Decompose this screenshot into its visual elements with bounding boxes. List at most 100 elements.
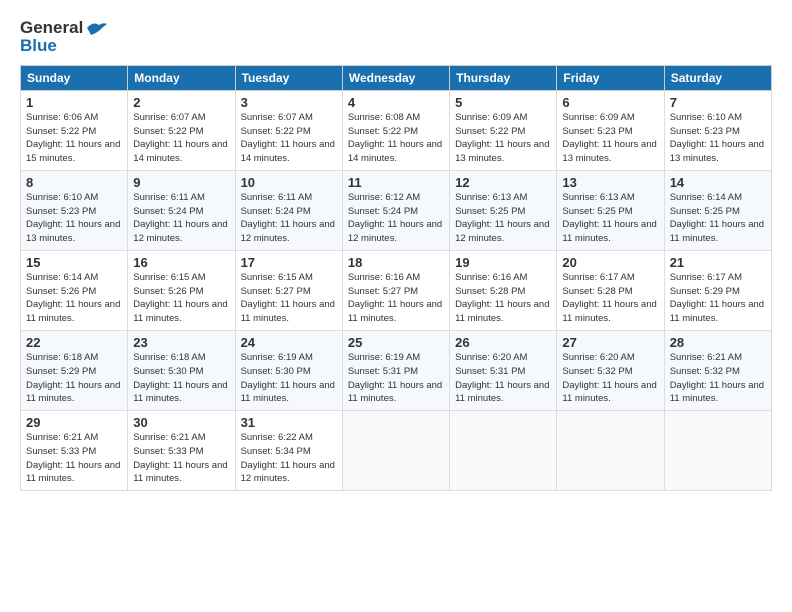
calendar-cell: 15Sunrise: 6:14 AMSunset: 5:26 PMDayligh… [21, 250, 128, 330]
day-number: 11 [348, 175, 444, 190]
day-number: 5 [455, 95, 551, 110]
day-number: 12 [455, 175, 551, 190]
weekday-header-cell: Monday [128, 65, 235, 90]
page: General Blue SundayMondayTuesdayWednesda… [0, 0, 792, 501]
calendar-cell: 9Sunrise: 6:11 AMSunset: 5:24 PMDaylight… [128, 170, 235, 250]
day-number: 15 [26, 255, 122, 270]
day-info: Sunrise: 6:09 AMSunset: 5:23 PMDaylight:… [562, 111, 658, 166]
calendar-cell: 2Sunrise: 6:07 AMSunset: 5:22 PMDaylight… [128, 90, 235, 170]
calendar-cell: 18Sunrise: 6:16 AMSunset: 5:27 PMDayligh… [342, 250, 449, 330]
calendar-cell: 31Sunrise: 6:22 AMSunset: 5:34 PMDayligh… [235, 411, 342, 491]
day-number: 17 [241, 255, 337, 270]
calendar-cell: 23Sunrise: 6:18 AMSunset: 5:30 PMDayligh… [128, 330, 235, 410]
day-info: Sunrise: 6:13 AMSunset: 5:25 PMDaylight:… [562, 191, 658, 246]
calendar-cell: 12Sunrise: 6:13 AMSunset: 5:25 PMDayligh… [450, 170, 557, 250]
day-number: 21 [670, 255, 766, 270]
day-info: Sunrise: 6:11 AMSunset: 5:24 PMDaylight:… [133, 191, 229, 246]
day-info: Sunrise: 6:17 AMSunset: 5:29 PMDaylight:… [670, 271, 766, 326]
calendar-cell: 29Sunrise: 6:21 AMSunset: 5:33 PMDayligh… [21, 411, 128, 491]
day-number: 23 [133, 335, 229, 350]
day-info: Sunrise: 6:16 AMSunset: 5:27 PMDaylight:… [348, 271, 444, 326]
day-number: 22 [26, 335, 122, 350]
day-info: Sunrise: 6:14 AMSunset: 5:25 PMDaylight:… [670, 191, 766, 246]
calendar-cell: 25Sunrise: 6:19 AMSunset: 5:31 PMDayligh… [342, 330, 449, 410]
day-info: Sunrise: 6:11 AMSunset: 5:24 PMDaylight:… [241, 191, 337, 246]
day-number: 7 [670, 95, 766, 110]
day-number: 4 [348, 95, 444, 110]
calendar-body: 1Sunrise: 6:06 AMSunset: 5:22 PMDaylight… [21, 90, 772, 490]
day-number: 16 [133, 255, 229, 270]
day-info: Sunrise: 6:10 AMSunset: 5:23 PMDaylight:… [670, 111, 766, 166]
day-info: Sunrise: 6:09 AMSunset: 5:22 PMDaylight:… [455, 111, 551, 166]
day-info: Sunrise: 6:10 AMSunset: 5:23 PMDaylight:… [26, 191, 122, 246]
calendar-cell: 16Sunrise: 6:15 AMSunset: 5:26 PMDayligh… [128, 250, 235, 330]
calendar-cell: 17Sunrise: 6:15 AMSunset: 5:27 PMDayligh… [235, 250, 342, 330]
calendar-row: 15Sunrise: 6:14 AMSunset: 5:26 PMDayligh… [21, 250, 772, 330]
calendar-cell: 10Sunrise: 6:11 AMSunset: 5:24 PMDayligh… [235, 170, 342, 250]
day-number: 28 [670, 335, 766, 350]
logo-blue-text: Blue [20, 36, 57, 56]
calendar-cell [342, 411, 449, 491]
day-info: Sunrise: 6:17 AMSunset: 5:28 PMDaylight:… [562, 271, 658, 326]
logo-bird-icon [85, 19, 107, 37]
weekday-header-cell: Tuesday [235, 65, 342, 90]
day-number: 14 [670, 175, 766, 190]
day-number: 30 [133, 415, 229, 430]
day-number: 13 [562, 175, 658, 190]
day-number: 19 [455, 255, 551, 270]
day-number: 2 [133, 95, 229, 110]
day-info: Sunrise: 6:14 AMSunset: 5:26 PMDaylight:… [26, 271, 122, 326]
day-info: Sunrise: 6:21 AMSunset: 5:33 PMDaylight:… [133, 431, 229, 486]
calendar-cell: 20Sunrise: 6:17 AMSunset: 5:28 PMDayligh… [557, 250, 664, 330]
day-info: Sunrise: 6:15 AMSunset: 5:27 PMDaylight:… [241, 271, 337, 326]
logo: General Blue [20, 18, 107, 57]
calendar-cell: 14Sunrise: 6:14 AMSunset: 5:25 PMDayligh… [664, 170, 771, 250]
calendar-row: 8Sunrise: 6:10 AMSunset: 5:23 PMDaylight… [21, 170, 772, 250]
weekday-header-cell: Saturday [664, 65, 771, 90]
calendar-table: SundayMondayTuesdayWednesdayThursdayFrid… [20, 65, 772, 491]
calendar-cell: 11Sunrise: 6:12 AMSunset: 5:24 PMDayligh… [342, 170, 449, 250]
day-info: Sunrise: 6:07 AMSunset: 5:22 PMDaylight:… [241, 111, 337, 166]
day-number: 10 [241, 175, 337, 190]
day-number: 20 [562, 255, 658, 270]
calendar-cell: 8Sunrise: 6:10 AMSunset: 5:23 PMDaylight… [21, 170, 128, 250]
calendar-cell: 4Sunrise: 6:08 AMSunset: 5:22 PMDaylight… [342, 90, 449, 170]
day-info: Sunrise: 6:19 AMSunset: 5:31 PMDaylight:… [348, 351, 444, 406]
calendar-cell [450, 411, 557, 491]
day-info: Sunrise: 6:20 AMSunset: 5:32 PMDaylight:… [562, 351, 658, 406]
calendar-cell: 7Sunrise: 6:10 AMSunset: 5:23 PMDaylight… [664, 90, 771, 170]
day-info: Sunrise: 6:16 AMSunset: 5:28 PMDaylight:… [455, 271, 551, 326]
day-number: 27 [562, 335, 658, 350]
calendar-cell [664, 411, 771, 491]
calendar-cell: 26Sunrise: 6:20 AMSunset: 5:31 PMDayligh… [450, 330, 557, 410]
weekday-header-cell: Friday [557, 65, 664, 90]
calendar-cell: 5Sunrise: 6:09 AMSunset: 5:22 PMDaylight… [450, 90, 557, 170]
day-number: 29 [26, 415, 122, 430]
day-info: Sunrise: 6:07 AMSunset: 5:22 PMDaylight:… [133, 111, 229, 166]
day-info: Sunrise: 6:22 AMSunset: 5:34 PMDaylight:… [241, 431, 337, 486]
day-number: 1 [26, 95, 122, 110]
calendar-cell: 6Sunrise: 6:09 AMSunset: 5:23 PMDaylight… [557, 90, 664, 170]
weekday-header-cell: Wednesday [342, 65, 449, 90]
calendar-cell: 13Sunrise: 6:13 AMSunset: 5:25 PMDayligh… [557, 170, 664, 250]
calendar-cell [557, 411, 664, 491]
calendar-cell: 28Sunrise: 6:21 AMSunset: 5:32 PMDayligh… [664, 330, 771, 410]
day-info: Sunrise: 6:19 AMSunset: 5:30 PMDaylight:… [241, 351, 337, 406]
day-info: Sunrise: 6:13 AMSunset: 5:25 PMDaylight:… [455, 191, 551, 246]
day-info: Sunrise: 6:21 AMSunset: 5:32 PMDaylight:… [670, 351, 766, 406]
day-info: Sunrise: 6:20 AMSunset: 5:31 PMDaylight:… [455, 351, 551, 406]
logo-container: General Blue [20, 18, 107, 57]
day-info: Sunrise: 6:08 AMSunset: 5:22 PMDaylight:… [348, 111, 444, 166]
calendar-cell: 27Sunrise: 6:20 AMSunset: 5:32 PMDayligh… [557, 330, 664, 410]
day-number: 26 [455, 335, 551, 350]
day-number: 3 [241, 95, 337, 110]
day-info: Sunrise: 6:18 AMSunset: 5:30 PMDaylight:… [133, 351, 229, 406]
day-info: Sunrise: 6:21 AMSunset: 5:33 PMDaylight:… [26, 431, 122, 486]
weekday-header-row: SundayMondayTuesdayWednesdayThursdayFrid… [21, 65, 772, 90]
calendar-cell: 30Sunrise: 6:21 AMSunset: 5:33 PMDayligh… [128, 411, 235, 491]
day-number: 8 [26, 175, 122, 190]
calendar-cell: 22Sunrise: 6:18 AMSunset: 5:29 PMDayligh… [21, 330, 128, 410]
day-number: 24 [241, 335, 337, 350]
calendar-row: 29Sunrise: 6:21 AMSunset: 5:33 PMDayligh… [21, 411, 772, 491]
calendar-cell: 19Sunrise: 6:16 AMSunset: 5:28 PMDayligh… [450, 250, 557, 330]
